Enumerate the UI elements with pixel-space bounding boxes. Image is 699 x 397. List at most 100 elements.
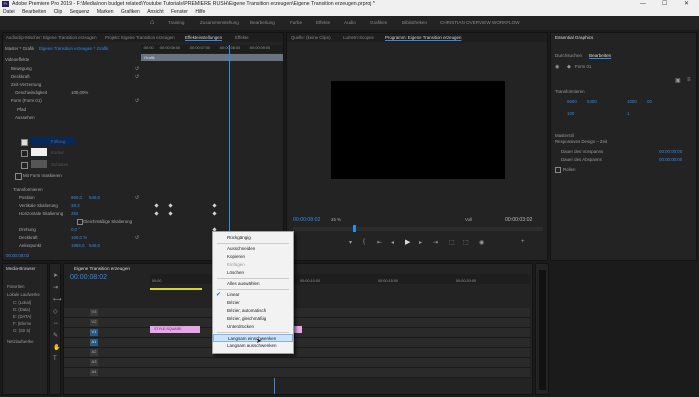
- timeline-sequence-tab[interactable]: Eigene Transition erzeugen: [74, 266, 130, 271]
- aussehen-row[interactable]: Aussehen: [15, 115, 35, 120]
- reset-icon[interactable]: ↺: [135, 195, 139, 201]
- razor-tool-icon[interactable]: ◇: [53, 308, 58, 315]
- effect-controls-playhead[interactable]: [229, 45, 230, 260]
- menu-datei[interactable]: Datei: [3, 9, 15, 15]
- track-v3-label[interactable]: V3: [90, 309, 98, 316]
- tab-audioclip-mischer[interactable]: Audioclip-Mischer: Eigene Transition erz…: [6, 35, 97, 40]
- eg-layer-name[interactable]: Form 01: [575, 64, 591, 69]
- go-to-out-icon[interactable]: ⇥: [433, 239, 438, 246]
- fuellung-checkbox[interactable]: [21, 139, 28, 146]
- eg-roll-checkbox[interactable]: [555, 167, 561, 173]
- mark-out-icon[interactable]: {: [363, 239, 365, 245]
- reset-icon[interactable]: ↺: [135, 235, 139, 241]
- menu-item-bezier-automatisch[interactable]: Bézier, automatisch: [213, 307, 293, 315]
- workspace-tab-christian-overview[interactable]: CHRISTIAN OVERVIEW WORKFLOW: [440, 20, 520, 25]
- extract-icon[interactable]: ⬚: [463, 239, 469, 246]
- effect-controls-ruler[interactable]: :00:00 :00:00:06:00 :00:00:07:00 :00:00:…: [141, 45, 283, 53]
- layer-options-icon[interactable]: ≡: [687, 77, 691, 83]
- track-a2-label[interactable]: A2: [90, 349, 98, 356]
- keyframe[interactable]: [212, 211, 217, 216]
- mb-netzlaufwerke[interactable]: Netzlaufwerke: [7, 339, 34, 344]
- effect-controls-timecode[interactable]: 00:00:08:02: [6, 253, 29, 258]
- tab-effekteinstellungen[interactable]: Effekteinstellungen: [185, 35, 222, 40]
- type-tool-icon[interactable]: T: [53, 356, 57, 362]
- workspace-tab-effekte[interactable]: Effekte: [316, 20, 330, 25]
- pfad-row[interactable]: Pfad: [17, 107, 26, 112]
- eg-anchor-y[interactable]: 00: [647, 99, 652, 104]
- mb-favoriten[interactable]: Favoriten: [7, 284, 24, 289]
- timeline-timecode[interactable]: 00:00:08:02: [70, 274, 107, 281]
- menu-item-linear[interactable]: ✔ Linear: [213, 291, 293, 299]
- ankerpunkt-x-value[interactable]: 1956,0: [71, 243, 84, 248]
- menu-grafiken[interactable]: Grafiken: [121, 9, 140, 15]
- mb-drive-f[interactable]: F: (Eleme: [13, 321, 31, 326]
- menu-sequenz[interactable]: Sequenz: [70, 9, 90, 15]
- menu-item-bezier[interactable]: Bézier: [213, 299, 293, 307]
- master-label[interactable]: Master * Grafik: [5, 46, 34, 51]
- workspace-tab-bearbeitung[interactable]: Bearbeitung: [250, 20, 275, 25]
- menu-item-ausschneiden[interactable]: Ausschneiden: [213, 245, 293, 253]
- deckkraft-row[interactable]: Deckkraft: [11, 74, 30, 79]
- sequence-clip-label[interactable]: Eigene Transition erzeugen * Grafik: [39, 46, 108, 51]
- track-select-tool-icon[interactable]: ⇥: [53, 284, 58, 291]
- menu-hilfe[interactable]: Hilfe: [195, 9, 205, 15]
- hand-tool-icon[interactable]: ✋: [53, 344, 60, 351]
- step-forward-icon[interactable]: ▸: [419, 239, 422, 246]
- tab-lumetri-scopes[interactable]: Lumetri-Scopes: [343, 35, 374, 40]
- tab-effekte[interactable]: Effekte: [235, 35, 249, 40]
- kontur-checkbox[interactable]: [21, 150, 28, 157]
- ankerpunkt-y-value[interactable]: 540,0: [89, 243, 100, 248]
- transformieren-row[interactable]: Transformieren: [13, 187, 43, 192]
- new-layer-icon[interactable]: ▣: [675, 77, 681, 84]
- work-area-bar[interactable]: [150, 288, 202, 290]
- eg-tab-durchsuchen[interactable]: Durchsuchen: [555, 53, 582, 58]
- schatten-color-swatch[interactable]: [31, 160, 47, 168]
- workspace-tab-zusammenstellung[interactable]: Zusammenstellung: [200, 20, 239, 25]
- maske-checkbox[interactable]: [15, 173, 22, 180]
- program-video-frame[interactable]: [331, 81, 505, 179]
- eg-outro-value[interactable]: 00:00:00:00: [659, 157, 682, 162]
- bewegung-row[interactable]: Bewegung: [11, 66, 32, 71]
- eg-master-style[interactable]: Masterstil: [555, 133, 574, 138]
- timeline-clip-style-square[interactable]: STYLE SQUARE: [150, 326, 200, 333]
- workspace-tab-grafiken[interactable]: Grafiken: [370, 20, 387, 25]
- track-v1-label[interactable]: V1: [90, 329, 98, 336]
- drehung-value[interactable]: 0,0 °: [71, 227, 80, 232]
- position-x-value[interactable]: 960,0: [71, 195, 82, 200]
- program-scrubber[interactable]: [293, 227, 543, 231]
- tab-programm[interactable]: Programm: Eigene Transition erzeugen: [385, 35, 461, 40]
- lift-icon[interactable]: ⬚: [449, 239, 455, 246]
- maximize-button[interactable]: ☐: [662, 0, 667, 8]
- menu-item-alles-auswaehlen[interactable]: Alles auswählen: [213, 280, 293, 288]
- menu-item-kopieren[interactable]: Kopieren: [213, 253, 293, 261]
- menu-fenster[interactable]: Fenster: [171, 9, 188, 15]
- mb-drive-g[interactable]: G: (Str 5): [13, 328, 30, 333]
- home-icon[interactable]: ⌂: [150, 19, 154, 26]
- position-y-value[interactable]: 540,0: [89, 195, 100, 200]
- pen-tool-icon[interactable]: ✎: [53, 332, 58, 339]
- program-playhead[interactable]: [353, 225, 356, 232]
- menu-clip[interactable]: Clip: [54, 9, 63, 15]
- geschwindigkeit-value[interactable]: 100,00%: [71, 90, 88, 95]
- mb-drive-c[interactable]: C: (Lokal): [13, 300, 31, 305]
- slip-tool-icon[interactable]: ↔: [53, 320, 59, 326]
- menu-item-unterdruecken[interactable]: Unterdrücken: [213, 323, 293, 331]
- export-frame-icon[interactable]: ◉: [479, 239, 484, 246]
- mark-in-icon[interactable]: ▾: [349, 239, 352, 246]
- effect-clip-bar[interactable]: Grafik: [141, 54, 283, 61]
- workspace-tab-training[interactable]: Training: [168, 20, 184, 25]
- menu-ansicht[interactable]: Ansicht: [147, 9, 163, 15]
- eg-tab-bearbeiten[interactable]: Bearbeiten: [589, 53, 611, 58]
- deckkraft2-value[interactable]: 100,0 %: [71, 235, 87, 240]
- horiz-skal-value[interactable]: 292: [71, 211, 78, 216]
- schatten-checkbox[interactable]: [21, 162, 28, 169]
- track-v2-label[interactable]: V2: [90, 319, 98, 326]
- play-icon[interactable]: ▶: [405, 238, 410, 246]
- minimize-button[interactable]: —: [640, 0, 646, 8]
- reset-icon[interactable]: ↺: [135, 98, 139, 104]
- add-button-icon[interactable]: +: [521, 239, 525, 245]
- keyframe[interactable]: [212, 203, 217, 208]
- zeitverzerrung-row[interactable]: Zeit-Verzerrung: [11, 82, 41, 87]
- menu-item-langsam-ausschwenken[interactable]: Langsam ausschwenken: [213, 342, 293, 350]
- eg-intro-value[interactable]: 00:00:00:00: [659, 149, 682, 154]
